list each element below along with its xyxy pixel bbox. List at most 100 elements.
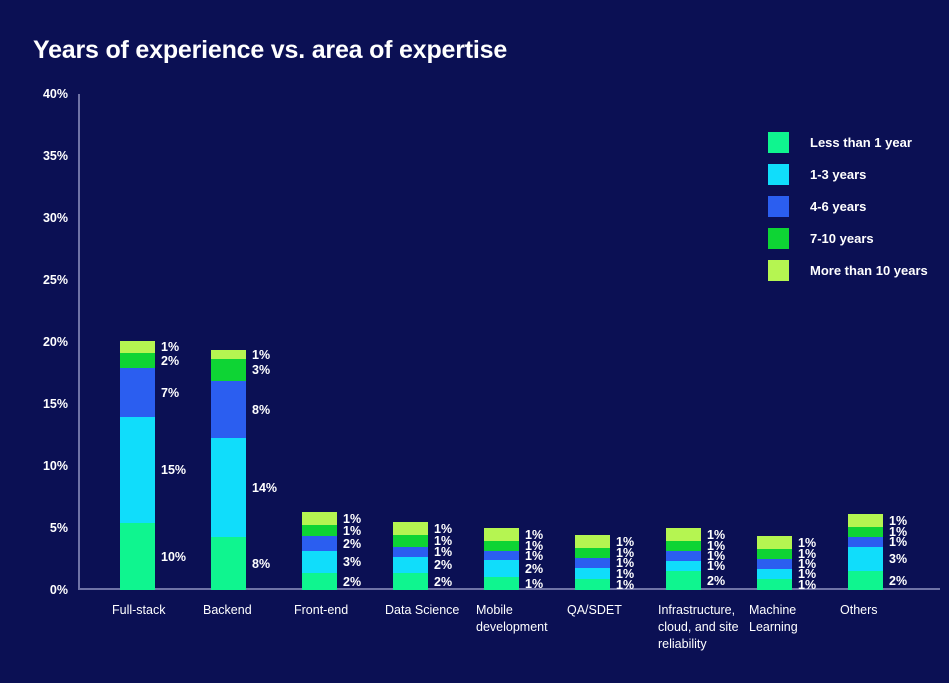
bar-segment[interactable]: 1% [575,578,634,592]
bar-segment[interactable]: 1% [666,528,725,542]
bar-segment[interactable]: 1% [575,567,634,581]
bar-segment[interactable]: 3% [848,547,907,571]
bar-segment-value-label: 1% [889,513,908,528]
chart-legend: Less than 1 year 1-3 years 4-6 years 7-10 y… [768,126,928,286]
bar-segment-value-label: 14% [252,480,278,495]
x-axis-category-label: Full-stack [112,603,166,617]
bar-segment[interactable]: 1% [666,539,725,553]
bar-segment-value-label: 8% [252,556,271,571]
bar-segment-value-label: 15% [161,463,187,477]
bar-segment-value-label: 1% [616,534,635,549]
legend-item[interactable]: 4-6 years [768,190,928,222]
x-axis-category-label: Infrastructure, cloud, and site reliabil… [658,603,739,651]
bar-segment[interactable]: 8% [211,381,270,438]
bar-segment[interactable]: 1% [666,549,725,563]
bar-segment[interactable]: 1% [848,535,907,549]
stacked-bar[interactable]: 1% 1% 1% 1% 1% [575,535,634,592]
bar-segment-value-label: 2% [889,573,908,588]
bar-segment[interactable]: 1% [393,522,452,536]
bar-segment[interactable]: 10% [120,523,186,590]
bar-segment[interactable]: 8% [211,537,270,590]
bar-segment[interactable]: 1% [393,545,452,559]
legend-color-swatch [768,259,789,281]
stacked-bar[interactable]: 1% 2% 1% 1% 1% [484,528,543,591]
bar-segment[interactable]: 2% [666,571,725,590]
bar-segment[interactable]: 1% [302,512,361,526]
bar-segment[interactable]: 1% [575,535,634,549]
legend-item[interactable]: 7-10 years [768,222,928,254]
bar-segment-value-label: 2% [343,574,362,589]
bar-segment[interactable]: 1% [757,578,816,592]
x-axis-category-label: Machine Learning [749,603,798,634]
bar-segment[interactable]: 1% [848,514,907,528]
bar-segment[interactable]: 3% [211,359,270,381]
x-axis-category-label: QA/SDET [567,603,622,617]
x-axis-category-label: Mobile development [476,603,548,634]
bar-segment[interactable]: 2% [848,571,907,590]
bar-segment-value-label: 10% [161,549,187,564]
bar-segment[interactable]: 1% [757,557,816,571]
bar-segment[interactable]: 1% [120,340,179,354]
bar-segment[interactable]: 1% [575,546,634,560]
stacked-bar[interactable]: 1% 1% 1% 1% 1% [757,536,816,592]
bar-segment[interactable]: 1% [848,525,907,539]
bar-segment-value-label: 1% [434,534,453,548]
bar-segment[interactable]: 2% [393,573,452,590]
bar-segment[interactable]: 15% [120,417,186,523]
bar-segment[interactable]: 1% [666,559,725,573]
bar-segment-value-label: 1% [525,576,544,591]
bar-segment[interactable]: 2% [302,573,361,590]
bar-segment[interactable]: 1% [484,539,543,553]
stacked-bar[interactable]: 2% 3% 2% 1% 1% [302,512,361,590]
bar-segment[interactable]: 3% [302,551,361,573]
bar-segment-value-label: 2% [434,574,453,589]
legend-item-label: More than 10 years [810,262,928,278]
stacked-bar[interactable]: 2% 1% 1% 1% 1% [666,528,725,590]
y-axis-tick-label: 35% [42,149,68,163]
bar-segment[interactable]: 2% [393,557,452,573]
bar-segment-value-label: 1% [434,521,453,536]
stacked-bar[interactable]: 2% 2% 1% 1% 1% [393,522,452,590]
x-axis-category-label: Backend [203,603,252,617]
bar-segment[interactable]: 1% [484,577,543,591]
bar-segment[interactable]: 1% [757,536,816,550]
x-axis-category-label: Data Science [385,603,460,617]
bar-segment-value-label: 2% [707,573,726,588]
legend-color-swatch [768,131,789,153]
bar-segment[interactable]: 1% [484,528,543,542]
legend-item[interactable]: More than 10 years [768,254,928,286]
bar-segment[interactable]: 1% [575,556,634,570]
legend-item-label: 1-3 years [810,166,867,182]
legend-color-swatch [768,227,789,249]
bar-segment[interactable]: 2% [484,560,543,577]
bar-segment[interactable]: 14% [211,438,277,537]
legend-item[interactable]: 1-3 years [768,158,928,190]
bar-segment-value-label: 1% [525,527,544,542]
bar-segment-value-label: 8% [252,402,271,417]
bar-segment[interactable]: 2% [302,536,361,551]
legend-item[interactable]: Less than 1 year [768,126,928,158]
x-axis-category-label: Front-end [294,603,349,617]
y-axis-tick-label: 10% [42,459,68,473]
y-axis-tick-label: 25% [42,273,68,287]
y-axis-ticks: 0% 5% 10% 15% 20% 25% 30% 35% 40% [0,0,68,683]
stacked-bar[interactable]: 10% 15% 7% 2% 1% [120,340,186,590]
stacked-bar[interactable]: 8% 14% 8% 3% 1% [211,348,277,590]
legend-item-label: 4-6 years [810,198,867,214]
bar-segment[interactable]: 7% [120,368,179,417]
legend-item-label: 7-10 years [810,230,874,246]
y-axis-tick-label: 30% [42,211,68,225]
bar-segment[interactable]: 1% [484,549,543,563]
bar-segment[interactable]: 1% [757,547,816,561]
legend-color-swatch [768,195,789,217]
bar-segment[interactable]: 2% [120,353,179,368]
bar-segment[interactable]: 1% [393,534,452,548]
bar-segment-value-label: 1% [161,340,180,354]
bar-segment-value-label: 1% [343,523,362,538]
bar-segment-value-label: 2% [525,561,544,576]
bar-segment[interactable]: 1% [302,524,361,538]
bar-segment[interactable]: 1% [757,567,816,581]
bar-segment[interactable]: 1% [211,348,270,362]
stacked-bar[interactable]: 2% 3% 1% 1% 1% [848,514,907,590]
y-axis-tick-label: 40% [42,87,68,101]
